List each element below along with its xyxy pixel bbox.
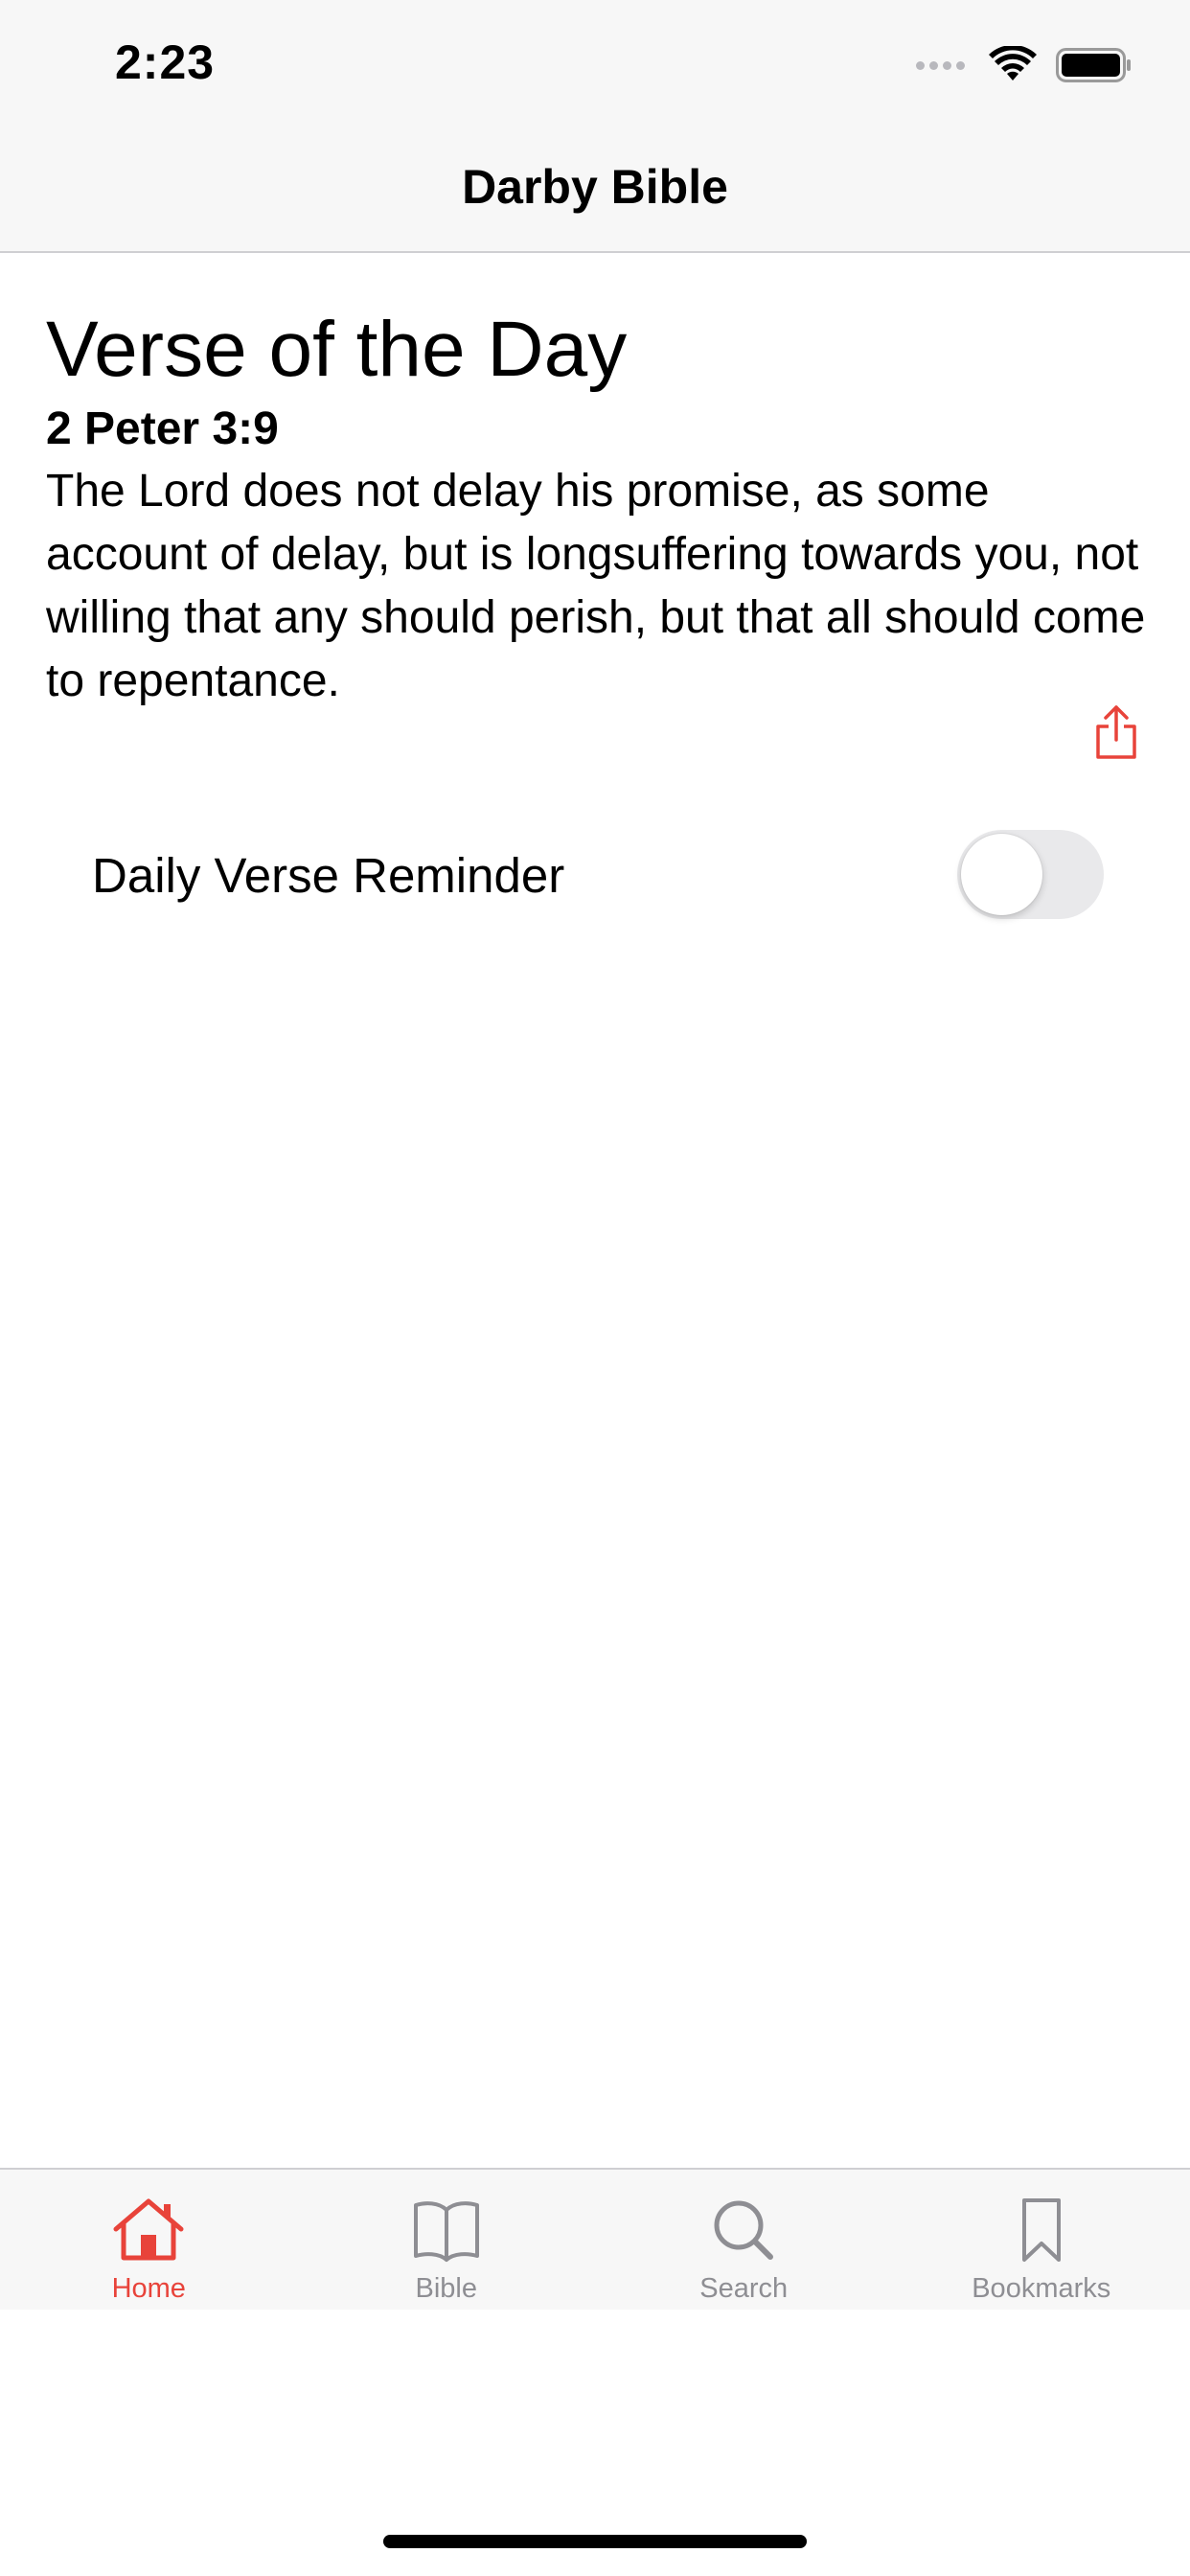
- book-icon: [413, 2201, 479, 2262]
- toggle-knob: [961, 834, 1042, 915]
- battery-icon: [1056, 48, 1131, 82]
- verse-of-the-day-heading: Verse of the Day: [46, 306, 628, 393]
- daily-verse-reminder-toggle[interactable]: [957, 830, 1104, 919]
- status-time: 2:23: [115, 35, 216, 89]
- tab-label-bible: Bible: [415, 2273, 478, 2304]
- magnifier-icon: [714, 2200, 774, 2260]
- daily-verse-reminder-row: Daily Verse Reminder: [92, 828, 1104, 920]
- tab-label-search: Search: [699, 2273, 789, 2304]
- share-icon[interactable]: [1092, 703, 1140, 761]
- tab-label-bookmarks: Bookmarks: [972, 2273, 1111, 2304]
- screen: 2:23 Darby Bible Verse of the Day 2 Pete…: [0, 0, 1190, 2576]
- tab-bookmarks[interactable]: Bookmarks: [893, 2170, 1190, 2310]
- bookmark-icon: [1021, 2198, 1061, 2262]
- tab-home[interactable]: Home: [0, 2170, 298, 2310]
- verse-of-the-day-section: Verse of the Day 2 Peter 3:9 The Lord do…: [46, 305, 1148, 713]
- verse-reference: 2 Peter 3:9: [46, 403, 279, 454]
- tab-bible[interactable]: Bible: [298, 2170, 596, 2310]
- cellular-signal-icon: [916, 60, 970, 70]
- tab-bar: Home Bible Search Bookmarks: [0, 2168, 1190, 2310]
- status-icons: [916, 44, 1133, 86]
- home-indicator[interactable]: [383, 2535, 807, 2548]
- tab-label-home: Home: [111, 2273, 186, 2304]
- top-bar: 2:23 Darby Bible: [0, 0, 1190, 253]
- nav-title: Darby Bible: [462, 160, 728, 214]
- house-icon: [113, 2198, 184, 2261]
- verse-text: The Lord does not delay his promise, as …: [46, 466, 1146, 706]
- tab-search[interactable]: Search: [595, 2170, 893, 2310]
- daily-verse-reminder-label: Daily Verse Reminder: [92, 848, 565, 903]
- wifi-icon: [989, 46, 1037, 80]
